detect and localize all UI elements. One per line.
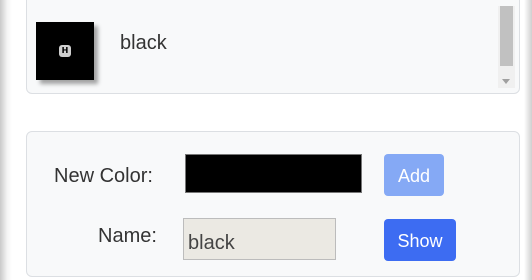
list-scrollbar[interactable] [498, 6, 515, 88]
app-icon: H [59, 45, 71, 57]
new-color-label: New Color: [54, 165, 153, 187]
add-button[interactable]: Add [384, 154, 444, 196]
show-button[interactable]: Show [384, 219, 456, 261]
scrollbar-thumb[interactable] [500, 6, 513, 66]
color-item-label: black [120, 32, 167, 54]
window-shadow-right [524, 0, 532, 280]
color-swatch: H [36, 22, 94, 80]
name-label: Name: [98, 225, 157, 247]
scroll-down-arrow-icon[interactable] [502, 79, 510, 84]
window-shadow-left [0, 0, 12, 280]
color-list-item[interactable]: H black [36, 22, 436, 82]
new-color-picker[interactable] [185, 154, 362, 193]
name-input[interactable] [183, 218, 336, 260]
